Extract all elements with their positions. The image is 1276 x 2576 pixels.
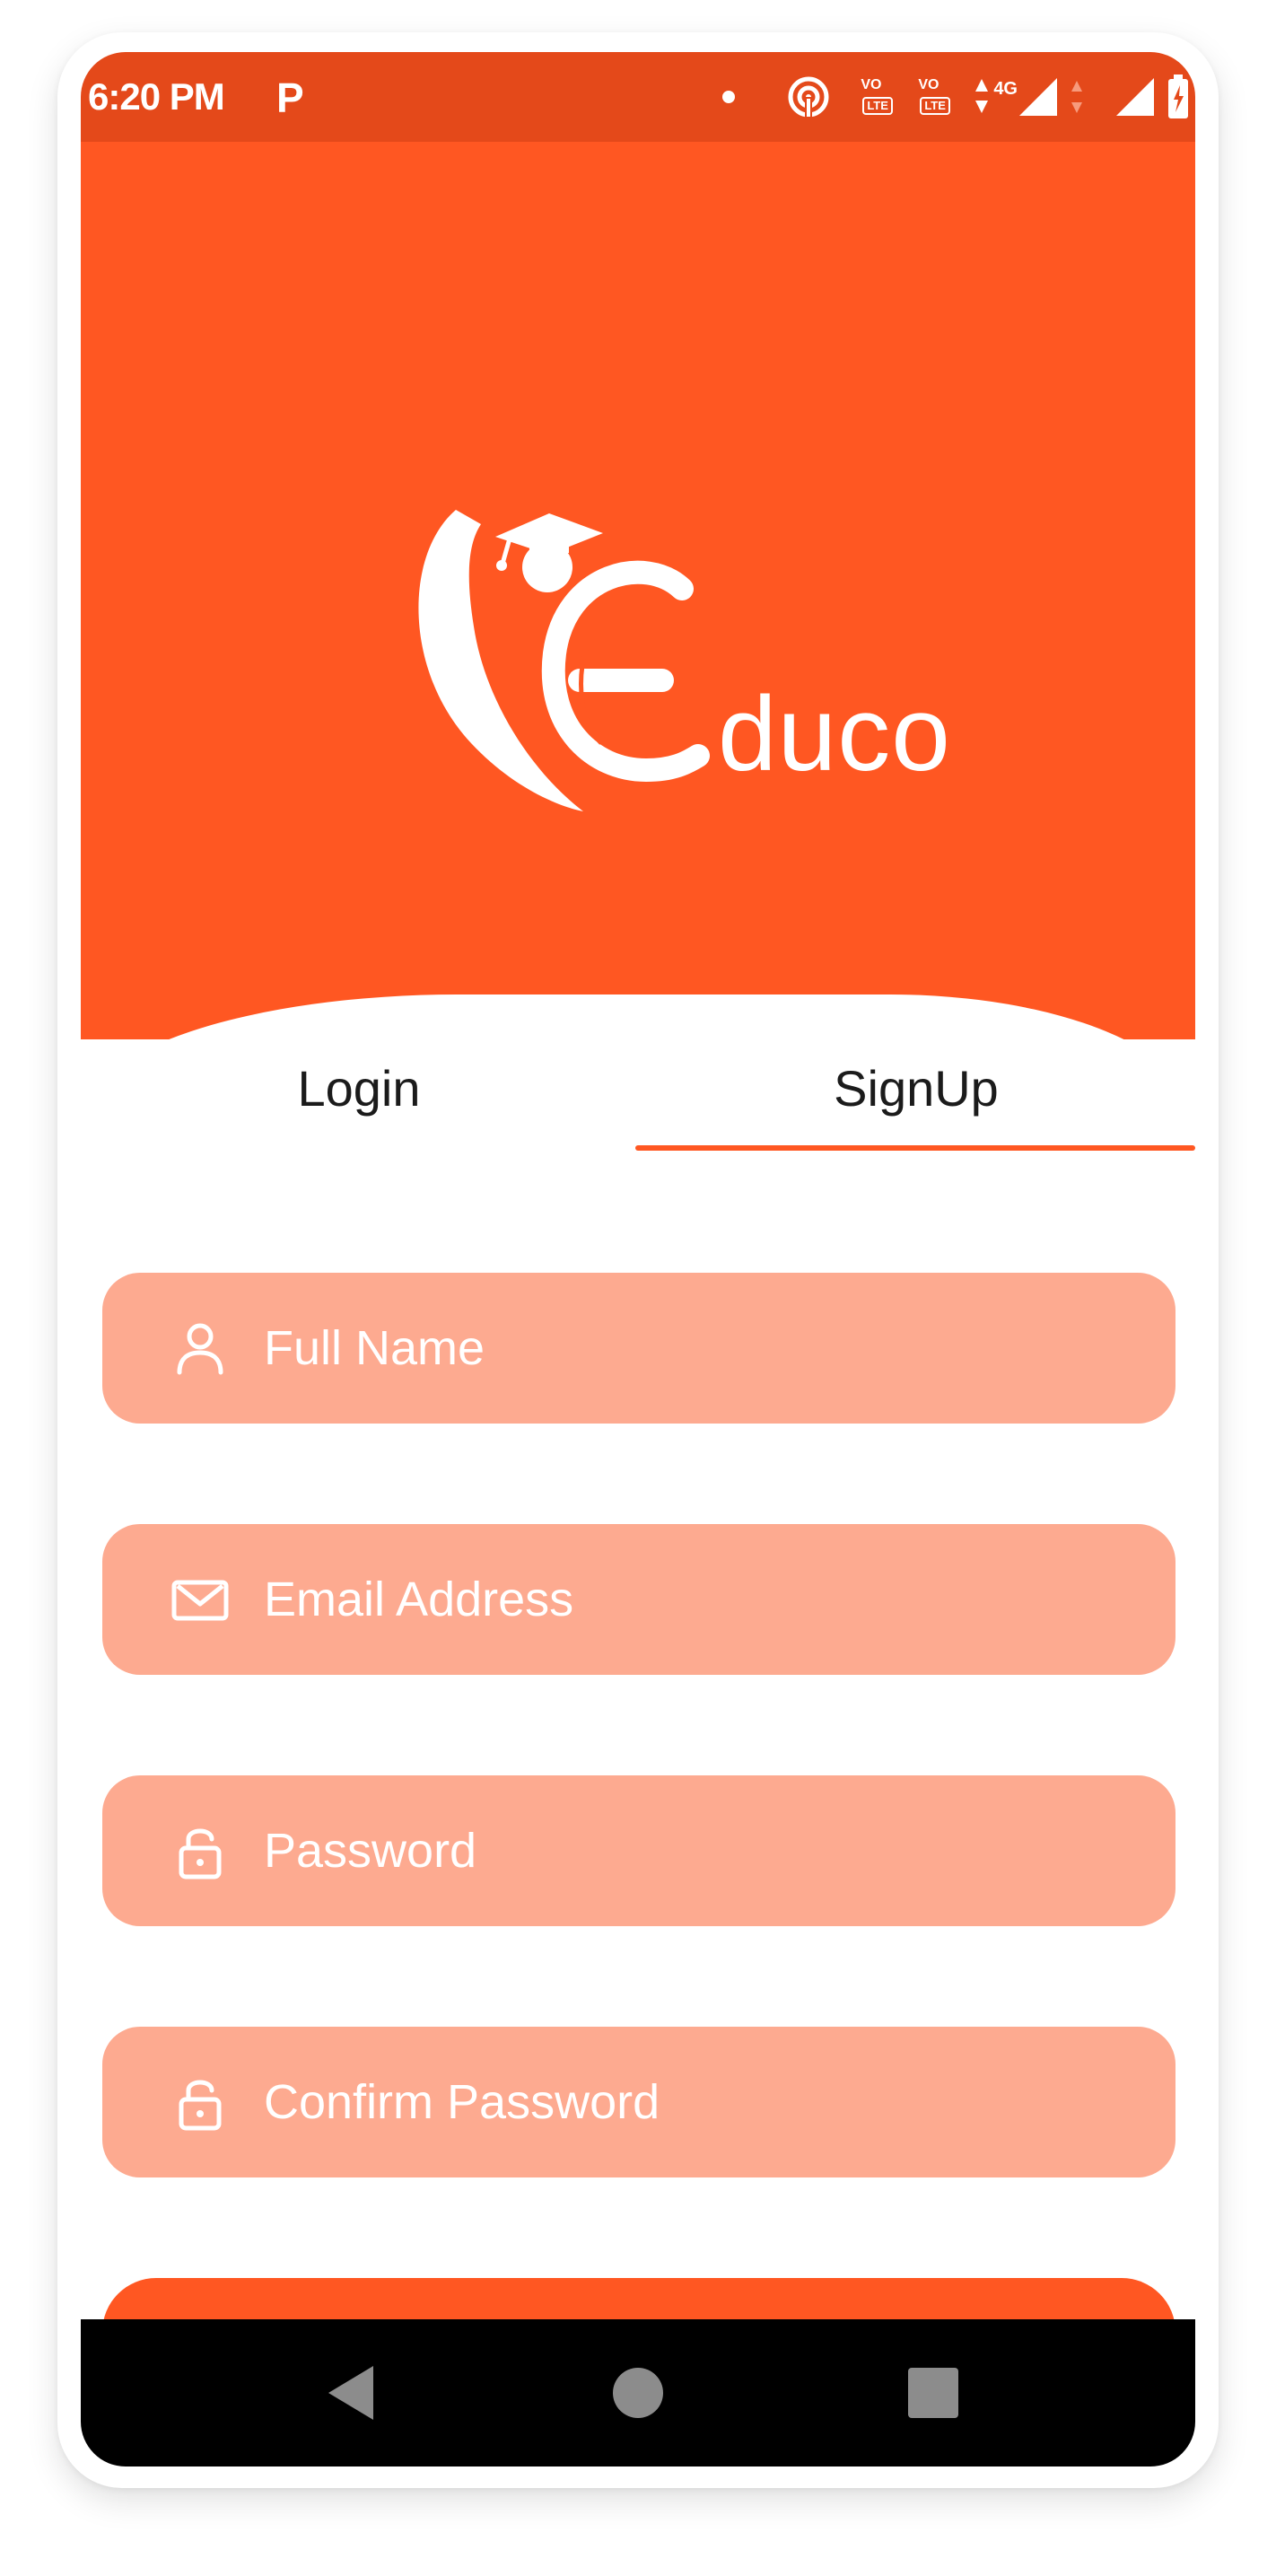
- network-type: 4G: [993, 78, 1018, 99]
- brand-header: duco: [81, 142, 1195, 1039]
- full-name-field[interactable]: [102, 1273, 1175, 1424]
- status-time: 6:20 PM: [88, 75, 225, 118]
- password-input[interactable]: [264, 1823, 1071, 1879]
- confirm-password-field[interactable]: [102, 2027, 1175, 2177]
- recents-square-icon[interactable]: [892, 2355, 973, 2431]
- auth-panel: Login SignUp: [81, 994, 1195, 2466]
- full-name-input[interactable]: [264, 1320, 1071, 1376]
- volte-sim2-icon: VO LTE: [916, 75, 963, 118]
- data-arrows-icon: [975, 79, 989, 113]
- tab-login[interactable]: Login: [81, 1039, 637, 1138]
- tab-signup[interactable]: SignUp: [637, 1039, 1195, 1138]
- data-arrows-dim-icon: [1071, 81, 1082, 113]
- active-tab-indicator: [635, 1145, 1195, 1151]
- email-input[interactable]: [264, 1572, 1071, 1627]
- mail-icon: [171, 1580, 229, 1621]
- notification-dot-icon: [722, 91, 736, 103]
- password-field[interactable]: [102, 1775, 1175, 1926]
- educo-logo: duco: [418, 510, 951, 811]
- signal-sim1-icon: [1019, 78, 1057, 116]
- status-icons: VO LTE VO LTE 4G: [712, 68, 1190, 126]
- status-bar: 6:20 PM P VO LTE VO LTE 4G: [81, 52, 1195, 142]
- confirm-password-input[interactable]: [264, 2074, 1071, 2130]
- lock-icon: [179, 2080, 222, 2131]
- hotspot-icon: [788, 76, 829, 118]
- signal-sim2-icon: [1116, 78, 1154, 116]
- brand-name-tail: duco: [718, 675, 951, 793]
- system-nav-bar: [81, 2319, 1195, 2466]
- battery-charging-icon: [1168, 74, 1188, 118]
- back-triangle-icon[interactable]: [314, 2355, 395, 2431]
- person-icon: [177, 1323, 223, 1375]
- app-indicator-icon: P: [276, 74, 304, 121]
- phone-screen: 6:20 PM P VO LTE VO LTE 4G duco Login Si…: [81, 52, 1195, 2466]
- lock-icon: [179, 1828, 222, 1879]
- volte-sim1-icon: VO LTE: [859, 75, 905, 118]
- email-field[interactable]: [102, 1524, 1175, 1675]
- home-circle-icon[interactable]: [598, 2355, 678, 2431]
